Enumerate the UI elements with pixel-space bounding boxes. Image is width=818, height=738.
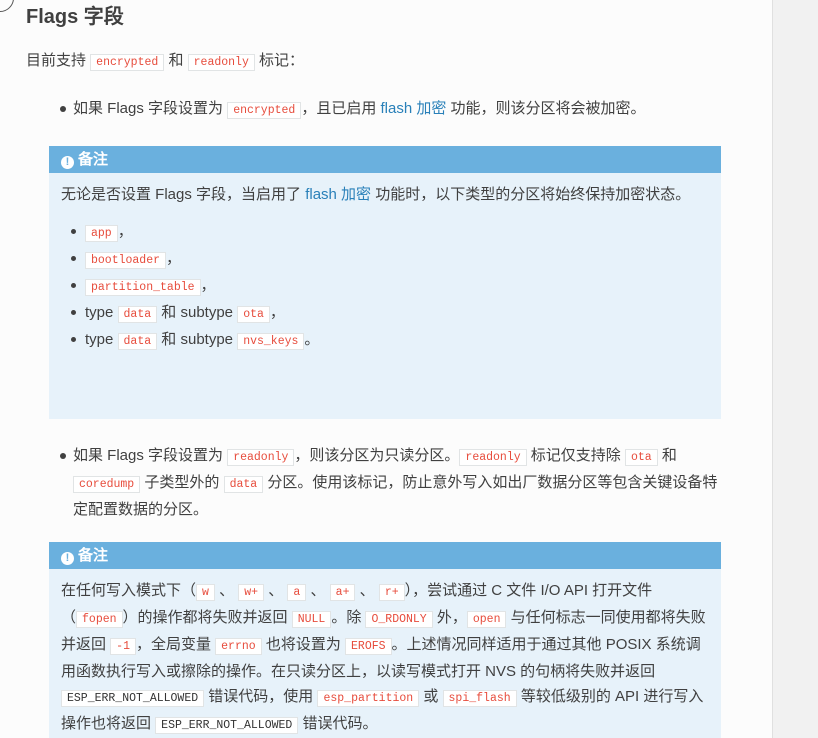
- list-item: type data 和 subtype ota，: [71, 300, 709, 327]
- inline-code: ESP_ERR_NOT_ALLOWED: [61, 690, 205, 707]
- inline-code: bootloader: [85, 252, 167, 269]
- note-admonition: ! 备注 在任何写入模式下（ w 、 w+ 、 a 、 a+ 、 r+ ），尝试通过 …: [49, 542, 721, 738]
- inline-code: readonly: [227, 449, 295, 466]
- flash-encryption-link[interactable]: flash 加密: [305, 186, 371, 203]
- inline-code: open: [466, 611, 507, 628]
- list-item-encrypted: 如果 Flags 字段设置为 encrypted ，且已启用 flash 加密 功…: [73, 100, 646, 119]
- inline-code: app: [85, 225, 118, 242]
- inline-code: r+: [378, 584, 405, 601]
- intro-paragraph: 目前支持 encrypted 和 readonly 标记：: [26, 52, 305, 71]
- inline-code: encrypted: [90, 54, 165, 71]
- inline-code: data: [223, 476, 264, 493]
- note-paragraph: 在任何写入模式下（ w 、 w+ 、 a 、 a+ 、 r+ ），尝试通过 C 文件…: [61, 582, 706, 734]
- inline-code: -1: [110, 638, 136, 655]
- note-title: ! 备注: [49, 146, 721, 173]
- list-item: bootloader，: [71, 246, 709, 273]
- note-paragraph: 无论是否设置 Flags 字段，当启用了 flash 加密 功能时，以下类型的分…: [61, 186, 691, 203]
- inline-code: ota: [237, 306, 270, 323]
- inline-code: a+: [329, 584, 356, 601]
- bullet-icon: [60, 106, 66, 112]
- inline-code: w: [196, 584, 215, 601]
- list-item: partition_table，: [71, 273, 709, 300]
- inline-code: w+: [238, 584, 265, 601]
- note-body: 在任何写入模式下（ w 、 w+ 、 a 、 a+ 、 r+ ），尝试通过 C 文件…: [49, 569, 721, 738]
- note-title: ! 备注: [49, 542, 721, 569]
- inline-code: EROFS: [345, 638, 392, 655]
- corner-circle-icon: [0, 0, 14, 12]
- inline-code: ESP_ERR_NOT_ALLOWED: [155, 717, 299, 734]
- inline-code: coredump: [73, 476, 141, 493]
- inline-code: data: [117, 306, 158, 323]
- section-heading: Flags 字段: [26, 6, 124, 28]
- inline-code: readonly: [459, 449, 527, 466]
- inline-code: nvs_keys: [237, 333, 305, 350]
- encrypted-partition-list: app， bootloader， partition_table， type d…: [61, 219, 709, 354]
- inline-code: NULL: [291, 611, 332, 628]
- info-icon: !: [61, 156, 74, 169]
- inline-code: encrypted: [227, 102, 302, 119]
- inline-code: esp_partition: [317, 690, 420, 707]
- inline-code: errno: [215, 638, 262, 655]
- list-item: type data 和 subtype nvs_keys。: [71, 327, 709, 354]
- info-icon: !: [61, 552, 74, 565]
- right-gutter: [772, 0, 818, 738]
- note-admonition: ! 备注 无论是否设置 Flags 字段，当启用了 flash 加密 功能时，以下…: [49, 146, 721, 419]
- document-content: Flags 字段 目前支持 encrypted 和 readonly 标记： 如…: [0, 0, 772, 738]
- inline-code: readonly: [187, 54, 255, 71]
- inline-code: ota: [624, 449, 658, 466]
- list-item: app，: [71, 219, 709, 246]
- inline-code: a: [287, 584, 307, 601]
- bullet-icon: [60, 453, 66, 459]
- inline-code: fopen: [76, 611, 123, 628]
- inline-code: partition_table: [85, 279, 201, 296]
- flash-encryption-link[interactable]: flash 加密: [380, 100, 446, 117]
- inline-code: spi_flash: [442, 690, 517, 707]
- note-body: 无论是否设置 Flags 字段，当启用了 flash 加密 功能时，以下类型的分…: [49, 173, 721, 354]
- inline-code: data: [117, 333, 158, 350]
- list-item-readonly: 如果 Flags 字段设置为 readonly ，则该分区为只读分区。 readon…: [73, 447, 718, 518]
- inline-code: O_RDONLY: [365, 611, 433, 628]
